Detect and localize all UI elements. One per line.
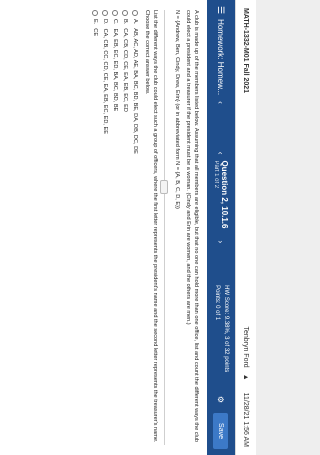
option-text: CA, CB, CD, CE, EA, EB, EC, ED	[122, 28, 128, 112]
divider-handle[interactable]	[160, 180, 168, 194]
menu-icon[interactable]: ☰	[216, 6, 227, 14]
question-members: N = {Andrew, Ben, Cindy, Drew, Erin} (or…	[174, 10, 180, 209]
option-text: AB, AC, AD, AE, BA, BC, BD, BE, DA, DB, …	[132, 28, 138, 154]
radio-button[interactable]	[92, 10, 98, 16]
save-button[interactable]: Save	[213, 413, 229, 449]
homework-title[interactable]: Homework: Homew...	[217, 19, 226, 95]
option-text: CE	[92, 28, 98, 37]
option-letter: A.	[132, 19, 138, 25]
question-nav: ‹ Question 2, 10.1.6 Part 1 of 2 ›	[213, 152, 229, 243]
option-text: EA, EB, EC, ED, BA, BC, BD, BE	[112, 28, 118, 112]
score-info: HW Score: 9.38%, 3 of 32 points Points: …	[212, 285, 230, 372]
radio-button[interactable]	[112, 10, 118, 16]
option-text: CA, CB, CC, CD, CE, EA, EB, EC, ED, EE	[102, 28, 108, 134]
next-question-icon[interactable]: ›	[217, 240, 226, 243]
question-info: Question 2, 10.1.6 Part 1 of 2	[213, 160, 229, 228]
chevron-left-icon[interactable]: ‹	[217, 101, 226, 104]
user-name[interactable]: Tenbryn Ford	[243, 326, 250, 367]
option-letter: C.	[112, 19, 118, 25]
rotated-page: MATH-1332-M01 Fall 2021 Tenbryn Ford ▲ 1…	[0, 0, 256, 455]
option-e[interactable]: E. CE	[91, 10, 99, 445]
option-c[interactable]: C. EA, EB, EC, ED, BA, BC, BD, BE	[111, 10, 119, 445]
user-icon[interactable]: ▲	[243, 374, 250, 381]
option-letter: E.	[92, 19, 98, 25]
option-letter: D.	[102, 19, 108, 25]
option-b[interactable]: B. CA, CB, CD, CE, EA, EB, EC, ED	[121, 10, 129, 445]
radio-button[interactable]	[132, 10, 138, 16]
radio-button[interactable]	[102, 10, 108, 16]
question-part: Part 1 of 2	[213, 160, 219, 189]
answer-options: A. AB, AC, AD, AE, BA, BC, BD, BE, DA, D…	[91, 10, 139, 445]
course-title: MATH-1332-M01 Fall 2021	[242, 8, 250, 94]
top-bar: MATH-1332-M01 Fall 2021 Tenbryn Ford ▲ 1…	[235, 0, 256, 455]
date-time: 11/28/21 1:56 AM	[242, 392, 250, 447]
divider	[160, 10, 168, 445]
hw-score: HW Score: 9.38%, 3 of 32 points	[223, 285, 229, 373]
option-d[interactable]: D. CA, CB, CC, CD, CE, EA, EB, EC, ED, E…	[101, 10, 109, 445]
question-prompt: List the different ways the club could e…	[144, 10, 158, 443]
option-a[interactable]: A. AB, AC, AD, AE, BA, BC, BD, BE, DA, D…	[131, 10, 139, 445]
question-content: A club is made up of the members listed …	[82, 0, 207, 455]
points: Points: 0 of 1	[214, 285, 220, 321]
gear-icon[interactable]: ⚙	[217, 396, 226, 403]
question-title: Question 2, 10.1.6	[220, 160, 229, 229]
question-intro: A club is made up of the members listed …	[185, 10, 199, 443]
homework-bar: ☰ Homework: Homew... ‹ ‹ Question 2, 10.…	[207, 0, 235, 455]
option-letter: B.	[122, 19, 128, 25]
radio-button[interactable]	[122, 10, 128, 16]
previous-question-icon[interactable]: ‹	[217, 152, 226, 155]
